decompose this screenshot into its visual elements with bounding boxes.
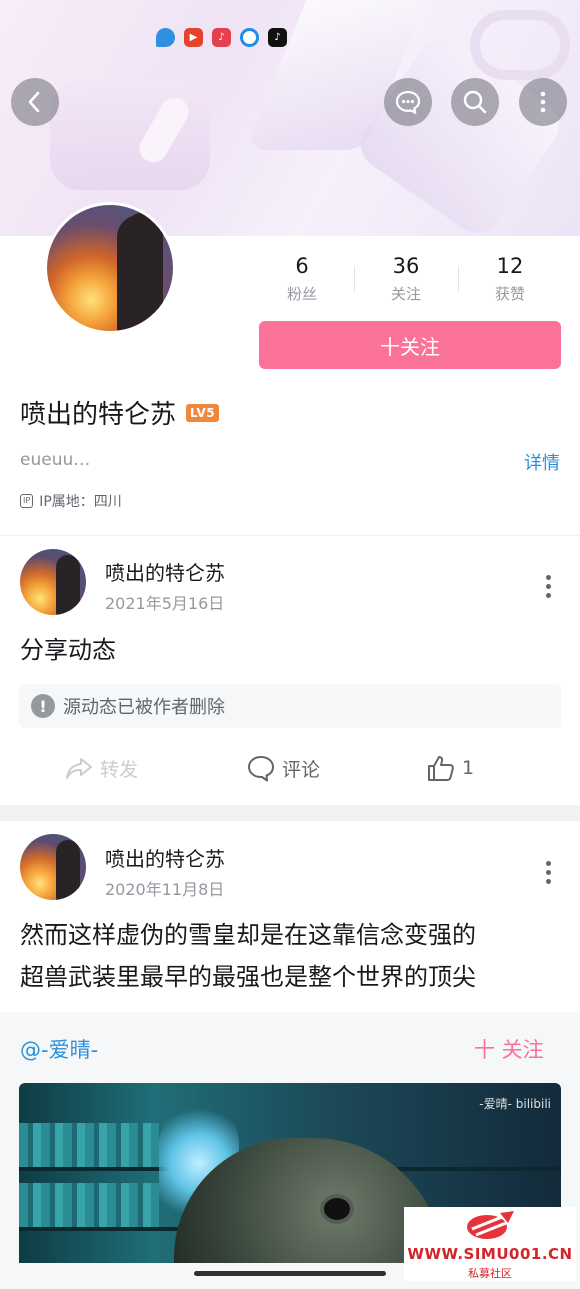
post-text-line: 超兽武装里最早的最强也是整个世界的顶尖 [20,963,476,991]
repost-follow-button[interactable]: 十 关注 [474,1034,544,1064]
comment-icon [248,756,274,782]
banner-decoration [470,10,570,80]
stat-following-count: 36 [392,254,420,278]
site-watermark-stamp: WWW.SIMU001.CN 私募社区 [404,1207,576,1281]
message-button[interactable] [384,78,432,126]
stat-likes-count: 12 [496,254,524,278]
video-watermark: -爱晴- bilibili [479,1097,551,1111]
status-app-icons: ▶ ♪ ♪ [156,28,287,47]
post-author-avatar[interactable] [20,834,86,900]
post-text: 分享动态 [20,636,116,664]
weixin-channels-icon [156,28,175,47]
comment-label: 评论 [282,758,321,781]
profile-nickname-row: 喷出的特仑苏 LV5 [20,394,220,431]
avatar-statue-silhouette [56,555,80,615]
youtube-icon: ▶ [184,28,203,47]
banner-decoration [50,80,210,190]
stat-likes[interactable]: 12 获赞 [458,252,562,306]
back-button[interactable] [11,78,59,126]
section-divider [0,535,580,536]
comment-button[interactable]: 评论 [246,748,320,788]
like-button[interactable]: 1 [426,748,474,788]
bookshelf-decoration [19,1183,159,1227]
stat-likes-label: 获赞 [494,285,525,303]
post-more-icon[interactable] [536,857,560,887]
stat-following-label: 关注 [390,285,421,303]
search-button[interactable] [451,78,499,126]
ip-icon: IP [20,494,34,508]
more-vertical-icon [540,91,546,113]
forward-button[interactable]: 转发 [64,748,138,788]
profile-avatar[interactable] [44,202,176,334]
stat-followers[interactable]: 6 粉丝 [250,252,354,306]
exclamation-icon: ! [31,694,55,718]
post-more-icon[interactable] [536,571,560,601]
more-options-button[interactable] [519,78,567,126]
home-indicator[interactable] [194,1271,386,1276]
post-separator [0,805,580,821]
profile-detail-link[interactable]: 详情 [524,449,560,475]
chat-bubble-icon [395,90,421,115]
stat-followers-count: 6 [295,254,309,278]
chevron-left-icon [28,91,40,113]
stat-following[interactable]: 36 关注 [354,252,458,306]
site-url-text: WWW.SIMU001.CN [407,1245,573,1263]
like-count: 1 [462,757,475,779]
follow-button-label: 十关注 [380,334,440,359]
music-icon: ♪ [212,28,231,47]
edge-browser-icon [240,28,259,47]
ip-location-text: IP属地：四川 [39,494,122,510]
ip-location-row: IP IP属地：四川 [20,491,122,511]
post-action-bar: 转发 评论 1 [0,748,580,788]
deleted-source-notice: ! 源动态已被作者删除 [19,684,561,728]
avatar-statue-silhouette [56,840,80,900]
tiktok-icon: ♪ [268,28,287,47]
profile-banner: ▶ ♪ ♪ [0,0,580,236]
site-logo-icon [467,1211,514,1239]
post-author-name[interactable]: 喷出的特仑苏 [105,843,225,872]
follow-button[interactable]: 十关注 [259,321,561,369]
stat-followers-label: 粉丝 [286,285,317,303]
level-badge: LV5 [186,403,220,422]
profile-signature: eueuu… [20,450,91,470]
post-date: 2021年5月16日 [105,594,225,613]
bookshelf-decoration [19,1123,159,1167]
forward-label: 转发 [100,758,139,781]
post-date: 2020年11月8日 [105,880,225,899]
site-name-text: 私募社区 [468,1267,512,1280]
post-author-name[interactable]: 喷出的特仑苏 [105,557,225,586]
repost-author-link[interactable]: @-爱晴- [20,1034,98,1064]
profile-nickname: 喷出的特仑苏 [20,400,177,430]
search-icon [463,90,487,114]
post-text-line: 然而这样虚伪的雪皇却是在这靠信念变强的 [20,921,476,949]
post-author-avatar[interactable] [20,549,86,615]
deleted-source-text: 源动态已被作者删除 [63,697,225,718]
profile-stats: 6 粉丝 36 关注 12 获赞 [250,252,562,306]
avatar-statue-silhouette [117,213,163,331]
forward-icon [66,758,92,779]
thumbs-up-icon [428,756,454,781]
